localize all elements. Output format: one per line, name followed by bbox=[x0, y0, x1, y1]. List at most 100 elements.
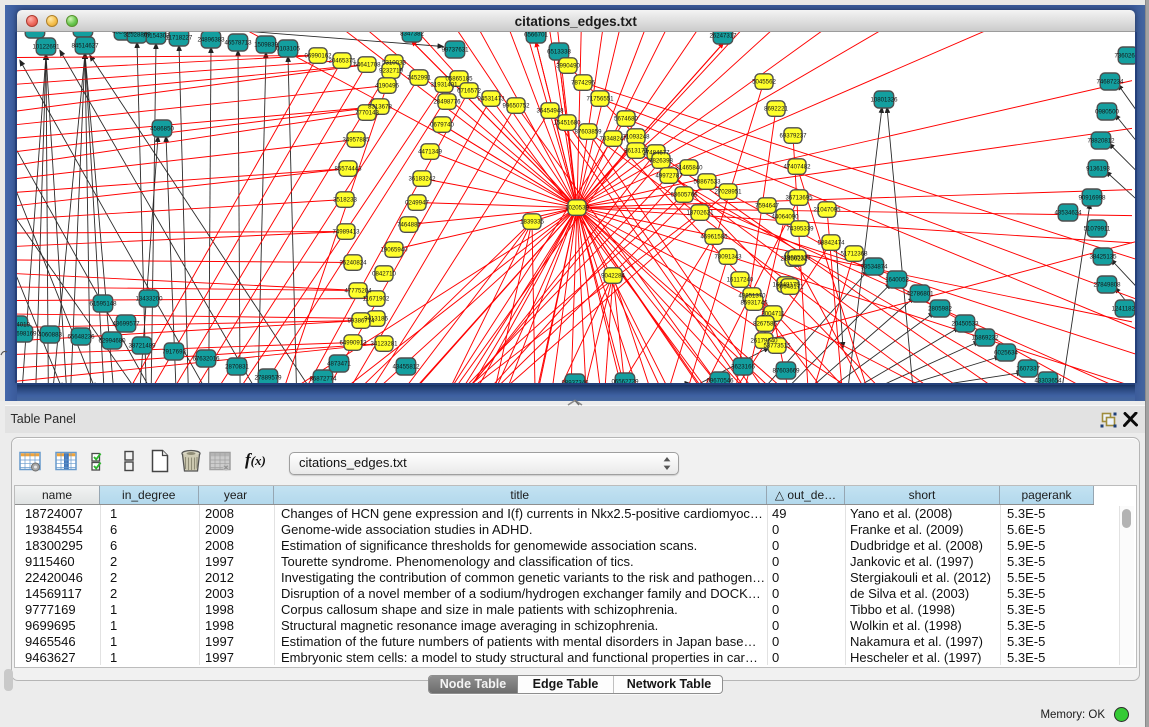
svg-text:3990490: 3990490 bbox=[556, 62, 580, 69]
svg-text:64990913: 64990913 bbox=[339, 339, 367, 346]
svg-text:0103105: 0103105 bbox=[276, 45, 300, 52]
svg-text:58867533: 58867533 bbox=[693, 178, 721, 185]
svg-text:94531473: 94531473 bbox=[477, 95, 505, 102]
svg-text:78820812: 78820812 bbox=[1087, 137, 1115, 144]
svg-text:6716572: 6716572 bbox=[457, 87, 481, 94]
svg-text:2805982: 2805982 bbox=[928, 305, 952, 312]
svg-text:7874296: 7874296 bbox=[571, 79, 595, 86]
svg-text:4873471: 4873471 bbox=[327, 360, 351, 367]
svg-text:78091343: 78091343 bbox=[714, 253, 742, 260]
svg-text:99650752: 99650752 bbox=[502, 102, 530, 109]
svg-text:0249947: 0249947 bbox=[405, 199, 429, 206]
svg-text:7594647: 7594647 bbox=[755, 202, 779, 209]
svg-text:12411824: 12411824 bbox=[1112, 305, 1135, 312]
svg-text:1509839: 1509839 bbox=[254, 41, 278, 48]
svg-text:99386774: 99386774 bbox=[347, 317, 375, 324]
svg-text:63605766: 63605766 bbox=[670, 191, 698, 198]
svg-text:84514627: 84514627 bbox=[71, 42, 99, 49]
svg-text:7770143: 7770143 bbox=[355, 109, 379, 116]
svg-text:50643171: 50643171 bbox=[776, 283, 804, 290]
svg-text:6566701: 6566701 bbox=[524, 32, 548, 39]
svg-text:47407482: 47407482 bbox=[783, 163, 811, 170]
svg-text:43455812: 43455812 bbox=[392, 363, 420, 370]
svg-text:7917693: 7917693 bbox=[162, 348, 186, 355]
svg-text:99737631: 99737631 bbox=[441, 46, 469, 53]
svg-text:7452991: 7452991 bbox=[407, 74, 431, 81]
svg-text:21047095: 21047095 bbox=[813, 206, 841, 213]
svg-text:65648236: 65648236 bbox=[67, 333, 95, 340]
svg-text:49972787: 49972787 bbox=[655, 172, 683, 179]
svg-text:42786801: 42786801 bbox=[906, 290, 934, 297]
svg-text:2004711: 2004711 bbox=[761, 310, 785, 317]
svg-text:1640052: 1640052 bbox=[885, 276, 909, 283]
svg-text:1839335: 1839335 bbox=[520, 218, 544, 225]
svg-text:28498776: 28498776 bbox=[433, 98, 461, 105]
svg-text:74395339: 74395339 bbox=[786, 225, 814, 232]
svg-text:27889579: 27889579 bbox=[254, 374, 282, 381]
svg-text:61595148: 61595148 bbox=[89, 300, 117, 307]
svg-text:85574443: 85574443 bbox=[334, 165, 362, 172]
svg-text:06562729: 06562729 bbox=[611, 378, 639, 383]
svg-text:16117240: 16117240 bbox=[727, 276, 754, 283]
svg-text:18702621: 18702621 bbox=[686, 209, 714, 216]
svg-text:36713695: 36713695 bbox=[785, 194, 813, 201]
svg-text:10801326: 10801326 bbox=[870, 96, 898, 103]
svg-text:43303654: 43303654 bbox=[1034, 377, 1062, 383]
svg-text:71093248: 71093248 bbox=[622, 133, 650, 140]
svg-text:34123281: 34123281 bbox=[370, 340, 398, 347]
svg-text:49651370: 49651370 bbox=[738, 292, 766, 299]
svg-text:47775204: 47775204 bbox=[344, 287, 372, 294]
svg-text:15451680: 15451680 bbox=[553, 119, 581, 126]
svg-text:43534624: 43534624 bbox=[1054, 209, 1082, 216]
svg-text:88937346: 88937346 bbox=[561, 379, 589, 383]
svg-text:8692221: 8692221 bbox=[764, 105, 788, 112]
svg-text:5310033: 5310033 bbox=[382, 59, 406, 66]
svg-text:51079911: 51079911 bbox=[1084, 225, 1111, 232]
svg-text:6025634: 6025634 bbox=[994, 349, 1018, 356]
svg-text:3623166: 3623166 bbox=[731, 363, 755, 370]
svg-text:27484677: 27484677 bbox=[642, 149, 670, 156]
svg-text:24896383: 24896383 bbox=[197, 36, 225, 43]
svg-text:10122691: 10122691 bbox=[32, 43, 60, 50]
svg-text:8347382: 8347382 bbox=[400, 32, 424, 38]
svg-text:1020539: 1020539 bbox=[565, 204, 589, 211]
svg-text:55698169: 55698169 bbox=[17, 330, 37, 337]
svg-text:0980500: 0980500 bbox=[1095, 108, 1119, 115]
svg-text:53773515: 53773515 bbox=[763, 342, 791, 349]
svg-text:4471349: 4471349 bbox=[418, 148, 442, 155]
svg-text:3518233: 3518233 bbox=[333, 196, 357, 203]
svg-text:69379237: 69379237 bbox=[779, 132, 807, 139]
svg-text:93534874: 93534874 bbox=[860, 263, 888, 270]
svg-text:5045562: 5045562 bbox=[752, 78, 776, 85]
svg-text:4190496: 4190496 bbox=[375, 82, 399, 89]
svg-text:20450533: 20450533 bbox=[951, 320, 979, 327]
svg-text:15869232: 15869232 bbox=[971, 334, 999, 341]
svg-text:26247317: 26247317 bbox=[709, 32, 737, 39]
svg-text:09670546: 09670546 bbox=[706, 377, 734, 383]
svg-text:43699577: 43699577 bbox=[112, 320, 140, 327]
svg-text:34957885: 34957885 bbox=[342, 136, 370, 143]
svg-text:6513338: 6513338 bbox=[547, 48, 571, 55]
svg-text:38425135: 38425135 bbox=[1089, 253, 1117, 260]
svg-text:85931746: 85931746 bbox=[740, 299, 768, 306]
svg-text:7826398: 7826398 bbox=[649, 157, 673, 164]
svg-text:58842474: 58842474 bbox=[817, 239, 845, 246]
svg-text:21465840: 21465840 bbox=[675, 164, 703, 171]
svg-text:39005329: 39005329 bbox=[783, 254, 811, 261]
svg-text:62994680: 62994680 bbox=[98, 337, 126, 344]
svg-text:96965328: 96965328 bbox=[21, 32, 49, 34]
svg-text:1607337: 1607337 bbox=[1016, 365, 1040, 372]
svg-text:2870831: 2870831 bbox=[225, 363, 249, 370]
svg-text:51712368: 51712368 bbox=[840, 250, 868, 257]
svg-text:74687234: 74687234 bbox=[1096, 78, 1124, 85]
svg-text:64641708: 64641708 bbox=[353, 61, 381, 68]
svg-text:71756551: 71756551 bbox=[586, 95, 614, 102]
svg-text:27849808: 27849808 bbox=[1093, 281, 1121, 288]
svg-text:87603669: 87603669 bbox=[772, 367, 800, 374]
svg-text:90916998: 90916998 bbox=[1078, 194, 1106, 201]
svg-text:67632016: 67632016 bbox=[192, 355, 220, 362]
svg-text:9042284: 9042284 bbox=[601, 272, 625, 279]
svg-text:4060883: 4060883 bbox=[38, 331, 62, 338]
svg-text:11671902: 11671902 bbox=[363, 295, 390, 302]
svg-text:35240824: 35240824 bbox=[339, 259, 367, 266]
